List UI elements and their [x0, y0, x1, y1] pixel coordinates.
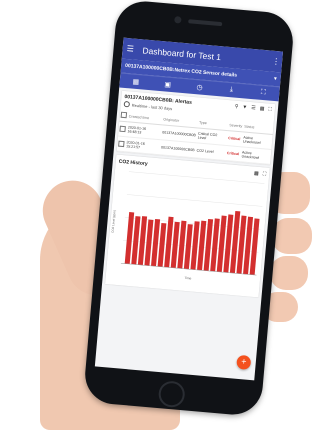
phone-screen: ☰ Dashboard for Test 1 ⋮ 00137A100000CB0…: [94, 37, 283, 381]
alerts-card: 00137A100000CB0B: Alertas ⚲ ▼ ☰ ▩ ⛶ Real…: [116, 90, 276, 165]
export-icon[interactable]: ▩: [259, 106, 264, 112]
cell-time: 2020-01-16 15:21:57: [124, 136, 161, 155]
fullscreen-icon[interactable]: ⛶: [262, 171, 266, 177]
dropdown-icon[interactable]: ▾: [274, 76, 277, 82]
search-icon[interactable]: ⚲: [234, 104, 238, 110]
co2-chart: CO2 Level (ppm) Time: [111, 171, 265, 281]
clock-icon[interactable]: ◷: [193, 83, 206, 92]
fullscreen-icon[interactable]: ⛶: [268, 107, 272, 113]
cell-severity: Critical: [225, 145, 242, 162]
fab-add-button[interactable]: +: [236, 354, 252, 370]
earpiece-speaker: [188, 19, 223, 27]
camera-icon[interactable]: ▣: [161, 80, 174, 89]
finger: [270, 256, 308, 290]
more-vert-icon[interactable]: ⋮: [272, 57, 281, 67]
clock-icon: [123, 100, 131, 108]
finger: [272, 218, 312, 254]
chart-card: CO2 History ▩ ⛶ CO2 Level (ppm) Time: [105, 154, 270, 298]
fullscreen-icon[interactable]: ⛶: [257, 89, 270, 98]
download-icon[interactable]: ⤓: [225, 86, 238, 95]
filter-icon[interactable]: ▼: [242, 104, 247, 110]
gridline: [126, 194, 263, 207]
phone: ☰ Dashboard for Test 1 ⋮ 00137A100000CB0…: [82, 0, 296, 417]
y-axis-label: CO2 Level (ppm): [111, 210, 117, 233]
front-camera: [174, 16, 182, 24]
grid-icon[interactable]: ▦: [129, 77, 142, 87]
cell-originator: 00137A100000CB0B: [159, 139, 197, 158]
home-button[interactable]: [157, 380, 186, 409]
x-axis-label: Time: [184, 276, 192, 281]
cell-status: Active Unacknowl: [240, 146, 272, 165]
export-icon[interactable]: ▩: [254, 171, 259, 177]
cell-severity: Critical: [226, 130, 243, 147]
columns-icon[interactable]: ☰: [251, 105, 256, 111]
cell-type: CO2 Level: [194, 142, 227, 161]
